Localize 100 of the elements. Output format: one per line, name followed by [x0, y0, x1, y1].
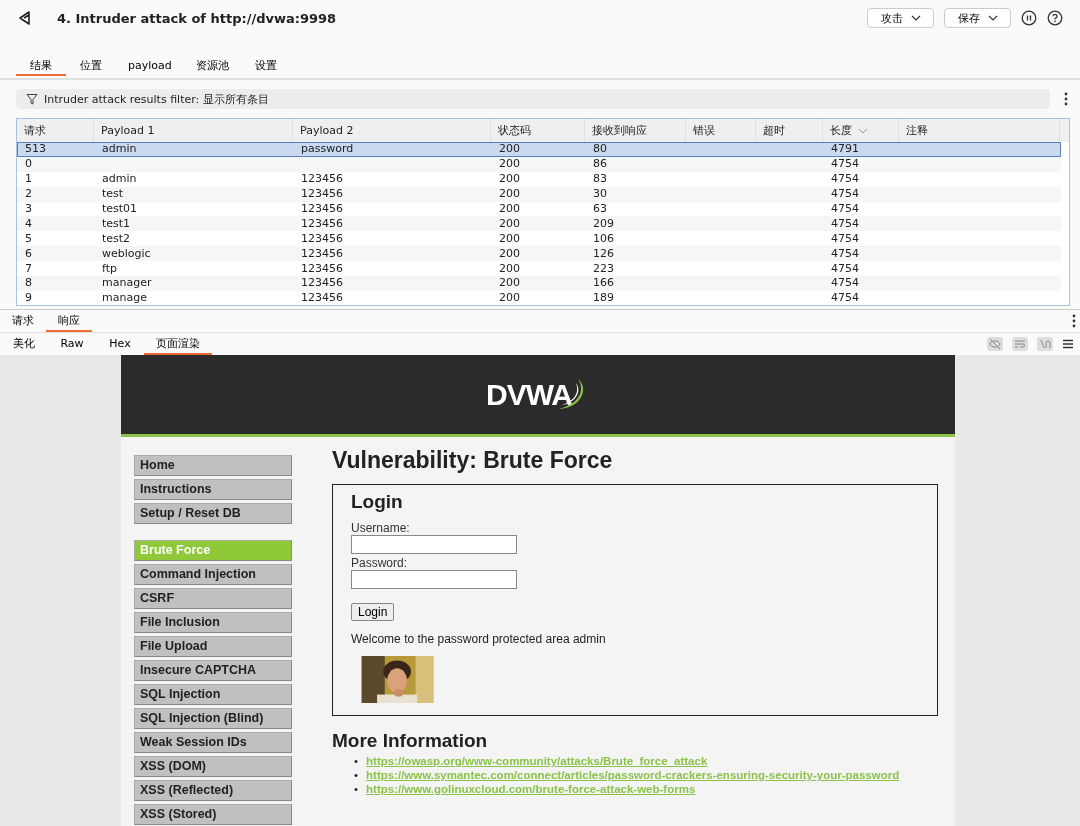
dropdown-button[interactable]: 保存 [944, 8, 1011, 28]
help-icon[interactable] [1047, 10, 1063, 26]
table-row[interactable]: 4 test1 123456 200 209 4754 [17, 216, 1061, 232]
menu-item[interactable]: Home [134, 455, 292, 476]
table-cell: test1 [102, 216, 131, 230]
table-cell: 3 [25, 202, 32, 215]
back-icon[interactable] [17, 10, 33, 26]
table-cell: 123456 [301, 202, 343, 215]
table-cell: 123456 [301, 276, 343, 290]
table-cell: 5 [25, 231, 32, 245]
username-field[interactable] [351, 535, 517, 554]
menu-item[interactable]: XSS (Stored) [134, 804, 292, 825]
table-cell: 200 [499, 157, 520, 171]
table-cell: 4754 [831, 157, 859, 171]
table-cell: test [102, 187, 124, 201]
table-cell: 1 [25, 172, 32, 186]
page-heading: Vulnerability: Brute Force [332, 447, 614, 474]
bullet: • [354, 754, 359, 768]
table-cell: 200 [499, 276, 520, 290]
hidden-icon[interactable] [987, 337, 1003, 351]
dropdown-button[interactable]: 攻击 [867, 8, 934, 28]
table-cell: 200 [499, 187, 520, 201]
table-cell: 80 [593, 142, 607, 156]
table-row[interactable]: 6 weblogic 123456 200 126 4754 [17, 246, 1061, 262]
table-cell: 30 [593, 187, 607, 201]
table-row[interactable]: 8 manager 123456 200 166 4754 [17, 276, 1061, 291]
tab[interactable]: Hex [96, 333, 144, 355]
logo: DVWA [486, 377, 572, 412]
menu-item[interactable]: CSRF [134, 588, 292, 609]
table-cell: 123456 [301, 216, 343, 230]
table-cell: 200 [499, 231, 520, 245]
table-cell: 4754 [831, 172, 859, 186]
tab[interactable]: 位置 [66, 56, 116, 76]
table-cell: 123456 [301, 246, 343, 260]
table-cell: test01 [102, 202, 138, 215]
menu-item[interactable]: Weak Session IDs [134, 732, 292, 753]
menu-item[interactable]: SQL Injection [134, 684, 292, 705]
more-icon[interactable] [1064, 92, 1068, 106]
table-cell: weblogic [102, 246, 151, 260]
tab[interactable]: 结果 [16, 56, 66, 76]
table-cell: 513 [25, 142, 46, 156]
table-cell: 200 [499, 216, 520, 230]
tab[interactable]: 资源池 [183, 56, 241, 76]
menu-item[interactable]: SQL Injection (Blind) [134, 708, 292, 729]
menu-item[interactable]: Instructions [134, 479, 292, 500]
login-heading: Login [351, 491, 403, 513]
table-cell: 200 [499, 142, 520, 156]
table-cell: manage [102, 291, 147, 305]
tab[interactable]: 美化 [0, 333, 48, 355]
window-title: 4. Intruder attack of http://dvwa:9998 [57, 10, 337, 26]
menu-item[interactable]: XSS (Reflected) [134, 780, 292, 801]
table-cell: 200 [499, 202, 520, 215]
menu-icon[interactable] [1062, 339, 1074, 349]
table-cell: 4754 [831, 231, 859, 245]
table-cell: 4754 [831, 291, 859, 305]
pause-icon[interactable] [1021, 10, 1037, 26]
menu-item[interactable]: File Inclusion [134, 612, 292, 633]
table-cell: 166 [593, 276, 614, 290]
tab[interactable]: Raw [48, 333, 96, 355]
table-cell: 123456 [301, 172, 343, 186]
password-field[interactable] [351, 570, 517, 589]
username-label: Username: [351, 521, 410, 535]
login-button[interactable]: Login [351, 603, 395, 621]
filter-text: Intruder attack results filter: 显示所有条目 [44, 91, 269, 107]
table-cell: 7 [25, 261, 32, 275]
table-cell: 4754 [831, 202, 859, 215]
table-cell: 200 [499, 291, 520, 305]
table-cell: admin [102, 172, 137, 186]
tab[interactable]: 响应 [46, 310, 92, 332]
table-cell: 4754 [831, 187, 859, 201]
table-cell: 209 [593, 216, 614, 230]
table-cell: 0 [25, 157, 32, 171]
table-cell: 4791 [831, 142, 859, 156]
table-cell: 200 [499, 246, 520, 260]
filter-icon [26, 93, 38, 105]
table-cell: 4754 [831, 261, 859, 275]
menu-item[interactable]: XSS (DOM) [134, 756, 292, 777]
table-cell: 9 [25, 291, 32, 305]
tab[interactable]: 设置 [240, 56, 291, 76]
menu-item[interactable]: Command Injection [134, 564, 292, 585]
menu-item[interactable]: Setup / Reset DB [134, 503, 292, 524]
more-icon[interactable] [1072, 314, 1076, 328]
table-cell: 63 [593, 202, 607, 215]
table-cell: 189 [593, 291, 614, 305]
tab[interactable]: 请求 [0, 310, 46, 332]
table-cell: 200 [499, 261, 520, 275]
filter-bar[interactable]: Intruder attack results filter: 显示所有条目 [16, 89, 1050, 109]
table-row[interactable]: 513 admin password 200 80 4791 [17, 142, 1061, 157]
menu-item[interactable]: File Upload [134, 636, 292, 657]
tab[interactable]: payload [116, 56, 184, 76]
table-cell: ftp [102, 261, 117, 275]
table-cell: 123456 [301, 231, 343, 245]
table-cell: 4 [25, 216, 32, 230]
table-cell: 6 [25, 246, 32, 260]
welcome-message: Welcome to the password protected area admin [351, 632, 606, 646]
password-label: Password: [351, 556, 408, 570]
bullet: • [354, 768, 359, 782]
table-cell: password [301, 142, 354, 156]
sort-icon [858, 127, 868, 134]
menu-item[interactable]: Insecure CAPTCHA [134, 660, 292, 681]
